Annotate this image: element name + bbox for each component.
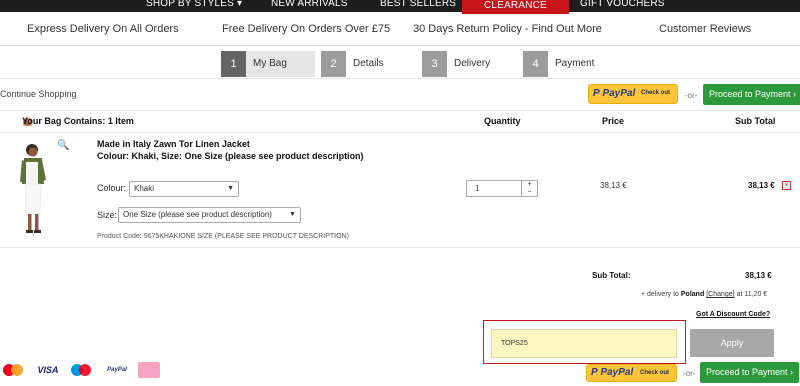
item-price: 38,13 € [600, 181, 627, 190]
or-separator: -or- [683, 369, 696, 378]
colour-select[interactable]: Khaki ▼ [129, 181, 239, 197]
or-separator: -or- [685, 91, 698, 100]
nav-shop-by-styles[interactable]: SHOP BY STYLES ▾ [146, 0, 242, 12]
step-my-bag: 1 My Bag [221, 51, 315, 77]
nav-new-arrivals[interactable]: NEW ARRIVALS [271, 0, 348, 12]
size-select[interactable]: One Size (please see product description… [118, 207, 301, 223]
usp-express-delivery: Express Delivery On All Orders [27, 23, 179, 35]
maestro-icon [71, 362, 91, 378]
chevron-down-icon: ▼ [289, 211, 296, 218]
subtotal-label: Sub Total: [592, 271, 631, 280]
column-subtotal: Sub Total [735, 116, 776, 126]
divider [0, 78, 800, 79]
step-label: Delivery [454, 58, 491, 69]
paypal-logo: P PayPal [593, 88, 636, 99]
step-label: My Bag [253, 58, 287, 69]
usp-returns-policy[interactable]: 30 Days Return Policy - Find Out More [413, 23, 602, 35]
visa-icon: VISA [37, 365, 59, 375]
divider [0, 110, 800, 111]
step-number: 1 [221, 51, 246, 77]
promo-code-input[interactable]: TOPS25 [491, 329, 677, 358]
item-subtotal: 38,13 € [748, 181, 775, 190]
colour-label: Colour: [97, 183, 127, 193]
usp-bar: Express Delivery On All Orders Free Deli… [0, 14, 800, 46]
column-price: Price [602, 116, 625, 126]
klarna-icon [138, 362, 160, 378]
paypal-checkout-button-top[interactable]: P PayPal Check out [588, 84, 678, 104]
step-label: Details [353, 58, 384, 69]
paypal-icon: PayPal [107, 367, 127, 373]
nav-best-sellers[interactable]: BEST SELLERS [380, 0, 456, 12]
delivery-country: Poland [680, 291, 705, 298]
step-label: Payment [555, 58, 595, 69]
mastercard-icon [3, 362, 23, 378]
nav-clearance[interactable]: CLEARANCE [462, 0, 569, 14]
quantity-input[interactable]: 1 [466, 180, 522, 197]
divider [0, 132, 800, 133]
step-details: 2 Details [321, 51, 415, 77]
step-delivery: 3 Delivery [422, 51, 516, 77]
size-label: Size: [97, 210, 118, 220]
continue-shopping-link[interactable]: Continue Shopping [0, 89, 77, 99]
product-name[interactable]: Made in Italy Zawn Tor Linen Jacket [97, 139, 250, 149]
step-number: 2 [321, 51, 346, 77]
paypal-checkout-text: Check out [640, 90, 670, 96]
nav-gift-vouchers[interactable]: GIFT VOUCHERS [580, 0, 665, 12]
step-number: 4 [523, 51, 548, 77]
product-image[interactable] [16, 140, 52, 238]
paypal-logo: P PayPal [591, 367, 634, 378]
apply-promo-button[interactable]: Apply [690, 329, 774, 357]
product-variant: Colour: Khaki, Size: One Size (please se… [97, 151, 364, 161]
paypal-checkout-button-bottom[interactable]: P PayPal Check out [586, 364, 677, 382]
step-payment: 4 Payment [523, 51, 617, 77]
change-delivery-link[interactable]: [Change] [706, 291, 734, 298]
subtotal-value: 38,13 € [745, 271, 772, 280]
paypal-checkout-text: Check out [639, 370, 669, 376]
column-quantity: Quantity [484, 116, 521, 126]
chevron-down-icon: ▼ [227, 185, 234, 192]
step-number: 3 [422, 51, 447, 77]
promo-code-box: TOPS25 [483, 320, 686, 364]
usp-customer-reviews[interactable]: Customer Reviews [659, 23, 751, 35]
product-code: Product Code: 9675KHAKIONE SIZE (PLEASE … [97, 233, 349, 240]
remove-item-icon[interactable]: × [782, 181, 791, 190]
zoom-search-icon[interactable]: 🔍 [57, 140, 69, 151]
discount-code-link[interactable]: Got A Discount Code? [696, 311, 770, 318]
decrement-icon[interactable]: − [522, 189, 537, 197]
divider [0, 247, 800, 248]
proceed-to-payment-button-top[interactable]: Proceed to Payment › [703, 84, 800, 105]
delivery-info: + delivery to Poland [Change] at 11,20 € [641, 291, 768, 298]
proceed-to-payment-button-bottom[interactable]: Proceed to Payment › [700, 362, 800, 383]
usp-free-delivery: Free Delivery On Orders Over £75 [222, 23, 391, 35]
increment-icon[interactable]: + [522, 181, 537, 189]
top-navigation: SHOP BY STYLES ▾ NEW ARRIVALS BEST SELLE… [0, 0, 800, 14]
quantity-stepper[interactable]: + − [522, 180, 538, 197]
